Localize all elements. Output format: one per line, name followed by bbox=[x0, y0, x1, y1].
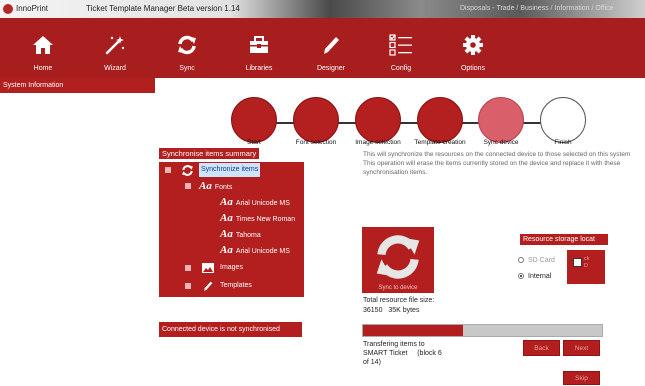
pen-icon bbox=[204, 281, 213, 291]
tree-node-font-3[interactable]: Aa Tahoma bbox=[220, 227, 261, 241]
skip-button[interactable]: Skip bbox=[563, 371, 600, 385]
tree-font-4-label: Arial Unicode MS bbox=[235, 248, 290, 255]
sync-to-device-button[interactable]: Sync to device bbox=[362, 227, 434, 293]
tree-node-font-2[interactable]: Aa Times New Roman bbox=[220, 211, 295, 225]
tree-templates-label: Templates bbox=[220, 282, 252, 289]
font-icon: Aa bbox=[220, 196, 233, 208]
radio-icon bbox=[518, 257, 524, 264]
step-font-selection bbox=[293, 97, 339, 143]
step-start bbox=[231, 97, 277, 143]
font-icon: Aa bbox=[220, 228, 233, 240]
step-label-finish: Finish bbox=[554, 139, 572, 146]
toolbar-sync[interactable]: Sync bbox=[157, 18, 217, 78]
toolbar-designer-label: Designer bbox=[316, 65, 345, 72]
toolbar-home[interactable]: Home bbox=[13, 18, 73, 78]
toolbar-options-label: Options bbox=[460, 65, 486, 72]
tree-node-font-1[interactable]: Aa Arial Unicode MS bbox=[220, 195, 290, 209]
title-bar: InnoPrint Ticket Template Manager Beta v… bbox=[0, 0, 645, 18]
resource-size-unit: 35K bytes bbox=[388, 307, 420, 314]
transfer-progress-bar bbox=[362, 324, 603, 337]
internal-radio[interactable]: Internal bbox=[518, 273, 551, 280]
step-sync-device bbox=[478, 97, 524, 143]
sync-icon bbox=[376, 235, 420, 279]
internal-label: Internal bbox=[528, 273, 552, 280]
tree-font-3-label: Tahoma bbox=[235, 232, 261, 239]
font-icon: Aa bbox=[199, 180, 212, 192]
sync-description-line2: This operation will erase the items curr… bbox=[363, 160, 621, 176]
tree-root-label: Synchronize items bbox=[199, 163, 261, 177]
step-image-selection bbox=[355, 97, 401, 143]
step-label-template-creation: Template creation bbox=[414, 139, 466, 146]
checkbox-icon[interactable] bbox=[573, 258, 582, 267]
app-name: InnoPrint bbox=[16, 4, 49, 13]
step-label-font-selection: Font selection bbox=[295, 139, 337, 146]
toolbar-designer[interactable]: Designer bbox=[301, 18, 361, 78]
checklist-icon bbox=[389, 34, 412, 56]
expand-icon[interactable] bbox=[185, 265, 191, 271]
toolbar-config-label: Config bbox=[390, 65, 412, 72]
connection-status: Connected device is not synchronised bbox=[159, 322, 302, 337]
sync-button-caption: Sync to device bbox=[378, 285, 418, 291]
toolbar-options[interactable]: Options bbox=[443, 18, 503, 78]
window-title-blurred: Disposals - Trade / Business / Informati… bbox=[460, 5, 614, 12]
resource-size-label: Total resource file size: bbox=[363, 297, 435, 304]
toolbar-divider bbox=[155, 78, 645, 93]
pen-icon bbox=[324, 37, 339, 54]
image-icon bbox=[202, 263, 214, 273]
transfer-line-2: SMART Ticket bbox=[363, 350, 408, 357]
step-template-creation bbox=[417, 97, 463, 143]
storage-location-title: Resource storage locat bbox=[520, 234, 608, 245]
storage-box-text-2: D bbox=[584, 263, 588, 269]
sync-icon bbox=[182, 165, 193, 176]
sd-card-radio[interactable]: SD Card bbox=[518, 257, 555, 264]
transfer-line-1: Transfering items to bbox=[363, 341, 425, 348]
toolbox-icon bbox=[250, 36, 268, 53]
tree-fonts-label: Fonts bbox=[214, 184, 233, 191]
tree-font-1-label: Arial Unicode MS bbox=[235, 200, 290, 207]
tree-images-label: Images bbox=[220, 264, 243, 271]
summary-title: Synchronise items summary bbox=[159, 148, 260, 159]
home-icon bbox=[33, 36, 53, 54]
main-toolbar: Home Wizard Sync Libraries Designer Conf… bbox=[0, 18, 645, 78]
step-label-sync-device: Sync device bbox=[483, 139, 519, 146]
wand-icon bbox=[105, 36, 125, 55]
font-icon: Aa bbox=[220, 244, 233, 256]
step-label-image-selection: Image selection bbox=[355, 139, 401, 146]
toolbar-libraries-label: Libraries bbox=[245, 65, 273, 72]
sync-items-tree: Synchronize items Aa Fonts Aa Arial Unicod… bbox=[159, 162, 304, 297]
collapse-icon[interactable] bbox=[185, 183, 191, 189]
storage-option-box[interactable]: ck D bbox=[567, 250, 605, 284]
system-information-tab[interactable]: System Information bbox=[0, 78, 155, 93]
step-finish bbox=[540, 97, 586, 143]
toolbar-home-label: Home bbox=[33, 65, 53, 72]
font-icon: Aa bbox=[220, 212, 233, 224]
next-button[interactable]: Next bbox=[563, 340, 600, 356]
toolbar-wizard-label: Wizard bbox=[104, 65, 126, 72]
radio-selected-icon bbox=[518, 273, 524, 280]
transfer-line-3: of 14) bbox=[363, 359, 381, 366]
transfer-status: Transfering items to SMART Ticket (block… bbox=[363, 340, 503, 367]
gear-icon bbox=[463, 35, 483, 55]
app-logo-icon bbox=[3, 4, 13, 14]
resource-size-value: 36150 bbox=[363, 307, 383, 314]
toolbar-config[interactable]: Config bbox=[371, 18, 431, 78]
sync-description: This will synchronize the resources on t… bbox=[363, 150, 633, 177]
toolbar-wizard[interactable]: Wizard bbox=[85, 18, 145, 78]
sync-icon bbox=[178, 35, 196, 55]
collapse-icon[interactable] bbox=[165, 167, 171, 173]
tree-font-2-label: Times New Roman bbox=[235, 216, 296, 223]
step-label-start: Start bbox=[247, 139, 261, 146]
sync-description-line1: This will synchronize the resources on t… bbox=[363, 151, 631, 158]
sd-card-label: SD Card bbox=[528, 257, 555, 264]
storage-box-text-1: ck bbox=[584, 256, 590, 262]
transfer-block: (block 6 bbox=[417, 350, 442, 357]
tree-node-font-4[interactable]: Aa Arial Unicode MS bbox=[220, 243, 290, 257]
expand-icon[interactable] bbox=[185, 283, 191, 289]
toolbar-sync-label: Sync bbox=[179, 65, 195, 72]
toolbar-libraries[interactable]: Libraries bbox=[229, 18, 289, 78]
progress-fill bbox=[363, 325, 464, 336]
resource-size-info: Total resource file size: 36150 35K byte… bbox=[363, 296, 434, 316]
back-button[interactable]: Back bbox=[523, 340, 560, 356]
window-title: Ticket Template Manager Beta version 1.1… bbox=[86, 4, 240, 13]
